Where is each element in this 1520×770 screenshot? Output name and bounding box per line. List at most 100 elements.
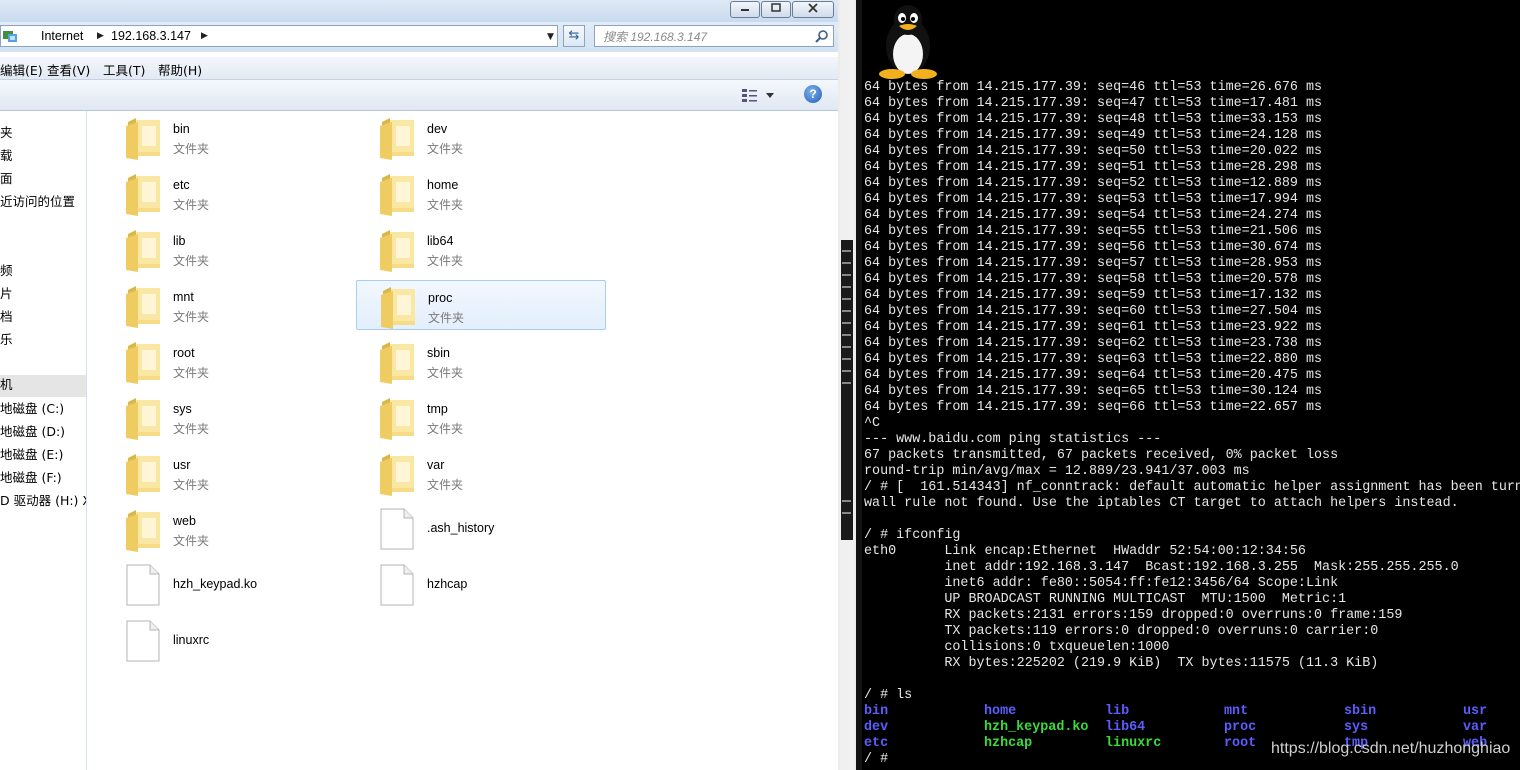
menu-view[interactable]: 查看(V) bbox=[47, 60, 90, 79]
tux-penguin-icon bbox=[879, 5, 937, 79]
menu-edit[interactable]: 编辑(E) bbox=[0, 60, 43, 79]
item-type: 文件夹 bbox=[427, 422, 464, 436]
minimize-button[interactable] bbox=[730, 1, 760, 18]
folder-icon bbox=[380, 398, 414, 440]
file-item[interactable]: .ash_history bbox=[356, 504, 606, 554]
file-icon bbox=[126, 620, 160, 662]
ls-entry: hzh_keypad.ko bbox=[984, 720, 1089, 735]
folder-item[interactable]: lib64 文件夹 bbox=[356, 224, 606, 274]
search-box[interactable] bbox=[594, 25, 834, 47]
terminal-line: inet6 addr: fe80::5054:ff:fe12:3456/64 S… bbox=[864, 576, 1339, 591]
terminal-line: 64 bytes from 14.215.177.39: seq=61 ttl=… bbox=[864, 320, 1323, 335]
refresh-button[interactable]: ⇆ bbox=[563, 25, 585, 47]
minimize-icon bbox=[741, 9, 749, 11]
file-explorer-window: Internet ▶ 192.168.3.147 ▶ ▼ ⇆ 编辑(E) 查看(… bbox=[0, 0, 838, 770]
folder-item[interactable]: etc 文件夹 bbox=[102, 168, 352, 218]
terminal-line: 64 bytes from 14.215.177.39: seq=50 ttl=… bbox=[864, 144, 1323, 159]
file-item[interactable]: linuxrc bbox=[102, 616, 352, 666]
terminal-line: / # ls bbox=[864, 688, 913, 703]
folder-icon bbox=[126, 230, 160, 272]
folder-icon bbox=[126, 286, 160, 328]
breadcrumb-host[interactable]: 192.168.3.147 bbox=[111, 26, 191, 46]
address-dropdown-icon[interactable]: ▼ bbox=[547, 27, 554, 47]
terminal-line: eth0 Link encap:Ethernet HWaddr 52:54:00… bbox=[864, 544, 1306, 559]
ls-entry: usr bbox=[1463, 704, 1488, 719]
terminal-line: 64 bytes from 14.215.177.39: seq=47 ttl=… bbox=[864, 96, 1323, 111]
nav-item-computer[interactable]: 机 bbox=[0, 375, 86, 397]
nav-item[interactable]: 档 bbox=[0, 307, 13, 327]
menu-tools[interactable]: 工具(T) bbox=[103, 60, 145, 79]
nav-item-drive-c[interactable]: 地磁盘 (C:) bbox=[0, 399, 64, 419]
nav-item[interactable]: 夹 bbox=[0, 123, 13, 143]
terminal-line: 64 bytes from 14.215.177.39: seq=49 ttl=… bbox=[864, 128, 1323, 143]
menu-help[interactable]: 帮助(H) bbox=[158, 60, 202, 79]
folder-item[interactable]: bin 文件夹 bbox=[102, 112, 352, 162]
file-item[interactable]: hzh_keypad.ko bbox=[102, 560, 352, 610]
close-button[interactable] bbox=[792, 1, 834, 18]
folder-item[interactable]: dev 文件夹 bbox=[356, 112, 606, 162]
terminal-line: 64 bytes from 14.215.177.39: seq=55 ttl=… bbox=[864, 224, 1323, 239]
item-type: 文件夹 bbox=[173, 254, 210, 268]
ls-entry: root bbox=[1224, 736, 1257, 751]
folder-icon bbox=[126, 342, 160, 384]
item-type: 文件夹 bbox=[173, 478, 210, 492]
terminal-line: --- www.baidu.com ping statistics --- bbox=[864, 432, 1162, 447]
item-type: 文件夹 bbox=[427, 198, 464, 212]
item-name: dev bbox=[427, 122, 448, 136]
folder-icon bbox=[380, 118, 414, 160]
item-name: root bbox=[173, 346, 195, 360]
nav-item[interactable]: 频 bbox=[0, 261, 13, 281]
nav-item-drive-h[interactable]: D 驱动器 (H:) X16 bbox=[0, 491, 86, 511]
address-bar[interactable]: Internet ▶ 192.168.3.147 ▶ ▼ bbox=[0, 25, 558, 47]
terminal-line: 64 bytes from 14.215.177.39: seq=62 ttl=… bbox=[864, 336, 1323, 351]
nav-item[interactable]: 面 bbox=[0, 169, 13, 189]
terminal-line: 64 bytes from 14.215.177.39: seq=66 ttl=… bbox=[864, 400, 1323, 415]
search-input[interactable] bbox=[601, 27, 815, 47]
nav-item[interactable]: 片 bbox=[0, 284, 13, 304]
folder-item[interactable]: lib 文件夹 bbox=[102, 224, 352, 274]
breadcrumb-separator-icon[interactable]: ▶ bbox=[201, 26, 208, 46]
folder-icon bbox=[126, 174, 160, 216]
search-icon[interactable] bbox=[815, 29, 829, 43]
item-type: 文件夹 bbox=[173, 534, 210, 548]
folder-item[interactable]: web 文件夹 bbox=[102, 504, 352, 554]
folder-item[interactable]: home 文件夹 bbox=[356, 168, 606, 218]
folder-item[interactable]: root 文件夹 bbox=[102, 336, 352, 386]
terminal-line: TX packets:119 errors:0 dropped:0 overru… bbox=[864, 624, 1379, 639]
nav-item-drive-e[interactable]: 地磁盘 (E:) bbox=[0, 445, 63, 465]
maximize-button[interactable] bbox=[761, 1, 791, 18]
folder-icon bbox=[126, 510, 160, 552]
nav-item-drive-d[interactable]: 地磁盘 (D:) bbox=[0, 422, 65, 442]
folder-item[interactable]: sys 文件夹 bbox=[102, 392, 352, 442]
navigation-pane: 夹 载 面 近访问的位置 频 片 档 乐 机 地磁盘 (C:) 地磁盘 (D:)… bbox=[0, 111, 87, 770]
ls-entry: sbin bbox=[1344, 704, 1377, 719]
file-icon bbox=[380, 508, 414, 550]
terminal-line: RX bytes:225202 (219.9 KiB) TX bytes:115… bbox=[864, 656, 1379, 671]
folder-icon bbox=[126, 454, 160, 496]
nav-item[interactable]: 乐 bbox=[0, 330, 13, 350]
nav-item[interactable]: 近访问的位置 bbox=[0, 192, 75, 212]
help-button[interactable]: ? bbox=[804, 85, 822, 103]
ls-entry: sys bbox=[1344, 720, 1369, 735]
folder-item[interactable]: var 文件夹 bbox=[356, 448, 606, 498]
folder-item[interactable]: usr 文件夹 bbox=[102, 448, 352, 498]
file-item[interactable]: hzhcap bbox=[356, 560, 606, 610]
item-name: proc bbox=[428, 291, 453, 305]
nav-item[interactable]: 载 bbox=[0, 146, 13, 166]
item-type: 文件夹 bbox=[173, 198, 210, 212]
view-options-icon[interactable] bbox=[740, 86, 776, 104]
folder-icon bbox=[381, 287, 415, 329]
item-name: usr bbox=[173, 458, 191, 472]
folder-item[interactable]: sbin 文件夹 bbox=[356, 336, 606, 386]
item-type: 文件夹 bbox=[427, 142, 464, 156]
folder-item[interactable]: tmp 文件夹 bbox=[356, 392, 606, 442]
folder-item[interactable]: mnt 文件夹 bbox=[102, 280, 352, 330]
breadcrumb-separator-icon[interactable]: ▶ bbox=[97, 26, 104, 46]
nav-item-drive-f[interactable]: 地磁盘 (F:) bbox=[0, 468, 62, 488]
terminal-prompt[interactable]: / # bbox=[864, 752, 888, 768]
folder-item[interactable]: proc 文件夹 bbox=[356, 280, 606, 330]
folder-icon bbox=[126, 118, 160, 160]
ls-entry: lib64 bbox=[1105, 720, 1146, 735]
terminal-window[interactable]: 64 bytes from 14.215.177.39: seq=46 ttl=… bbox=[862, 0, 1520, 770]
breadcrumb-internet[interactable]: Internet bbox=[41, 26, 83, 46]
